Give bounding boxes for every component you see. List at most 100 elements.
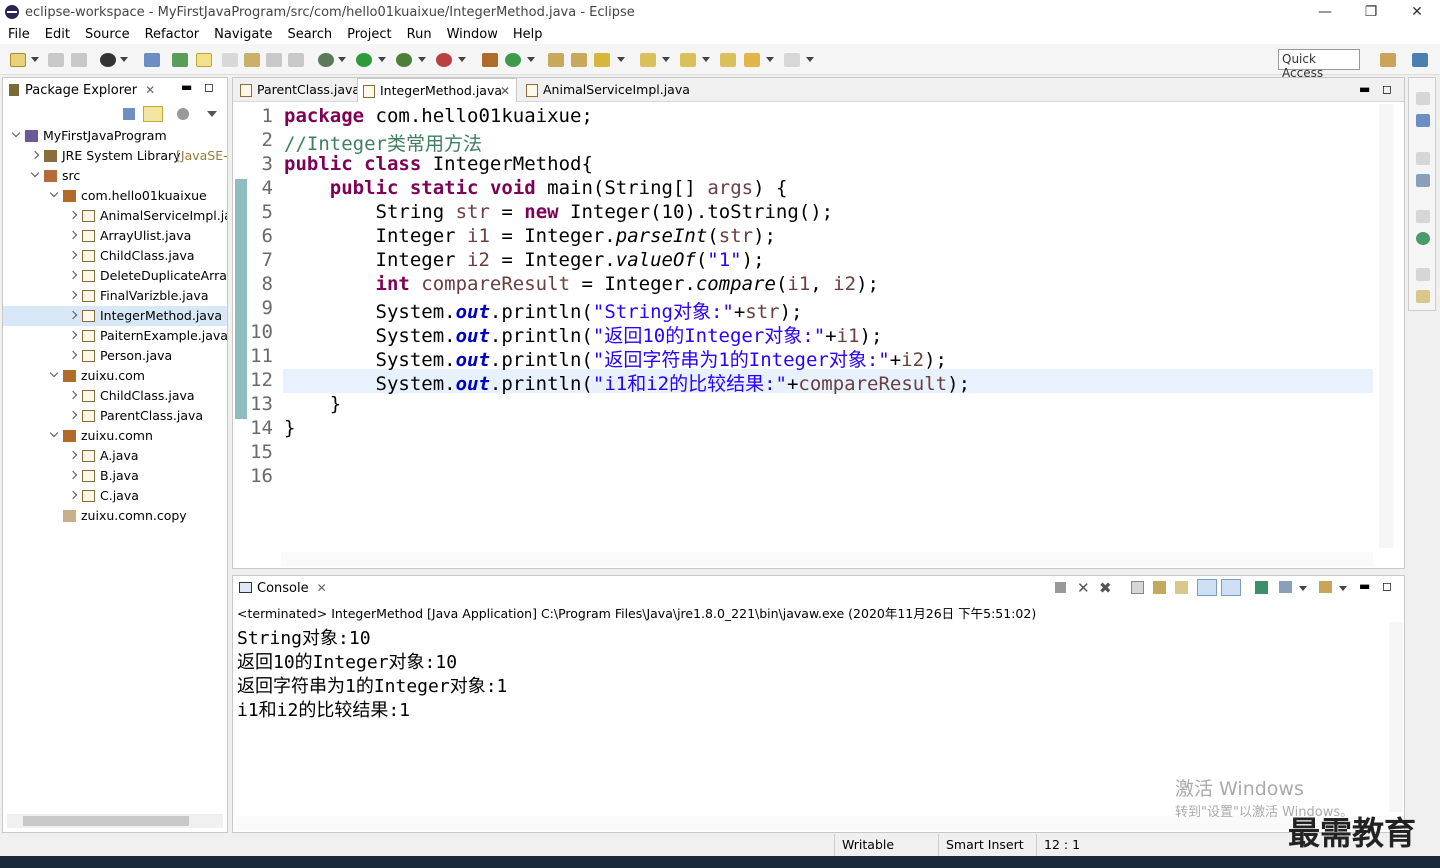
run-dropdown-icon[interactable] xyxy=(378,57,386,62)
tree-item[interactable]: MyFirstJavaProgram xyxy=(3,126,227,146)
back-icon[interactable] xyxy=(744,53,760,67)
quick-access-input[interactable]: Quick Access xyxy=(1278,49,1360,80)
tree-item[interactable]: zuixu.com xyxy=(3,366,227,386)
maximize-button[interactable]: ❐ xyxy=(1348,0,1394,24)
remove-all-icon[interactable]: ✖ xyxy=(1099,579,1112,597)
close-view-icon[interactable]: ✕ xyxy=(145,83,155,97)
menu-edit[interactable]: Edit xyxy=(37,27,77,42)
show-whitespace-icon[interactable] xyxy=(266,53,282,67)
collapsed-twisty-icon[interactable] xyxy=(68,350,78,360)
search-dropdown-icon[interactable] xyxy=(617,57,625,62)
collapsed-twisty-icon[interactable] xyxy=(68,450,78,460)
expanded-twisty-icon[interactable] xyxy=(49,428,59,438)
annotation-prev-icon[interactable] xyxy=(244,53,260,67)
tree-item[interactable]: IntegerMethod.java xyxy=(3,306,227,326)
package-explorer-title[interactable]: Package Explorer xyxy=(25,83,137,98)
expanded-twisty-icon[interactable] xyxy=(49,368,59,378)
skip-breakpoints-icon[interactable] xyxy=(144,53,160,67)
run-icon[interactable] xyxy=(356,53,372,67)
new-icon[interactable] xyxy=(10,53,26,67)
collapsed-twisty-icon[interactable] xyxy=(68,310,78,320)
collapsed-twisty-icon[interactable] xyxy=(30,150,40,160)
collapsed-twisty-icon[interactable] xyxy=(68,490,78,500)
minimize-editor-icon[interactable]: ▬ xyxy=(1359,82,1370,96)
next-annotation-dropdown-icon[interactable] xyxy=(662,57,670,62)
tree-item[interactable]: DeleteDuplicateArray xyxy=(3,266,227,286)
save-all-icon[interactable] xyxy=(71,53,87,67)
clear-console-icon[interactable] xyxy=(1131,581,1144,594)
tree-item[interactable]: com.hello01kuaixue xyxy=(3,186,227,206)
tree-item[interactable]: PaiternExample.java xyxy=(3,326,227,346)
display-console-dropdown-icon[interactable] xyxy=(1299,586,1307,591)
menu-help[interactable]: Help xyxy=(505,27,550,42)
tree-item[interactable]: A.java xyxy=(3,446,227,466)
tree-item[interactable]: AnimalServiceImpl.ja xyxy=(3,206,227,226)
word-wrap-icon[interactable] xyxy=(1175,581,1188,594)
editor-horizontal-scrollbar[interactable] xyxy=(281,552,1373,566)
restore-icon[interactable] xyxy=(1416,210,1430,223)
console-title[interactable]: Console xyxy=(257,581,309,596)
collapsed-twisty-icon[interactable] xyxy=(68,270,78,280)
maximize-editor-icon[interactable]: ◻ xyxy=(1382,82,1392,96)
coverage-icon[interactable] xyxy=(396,53,412,67)
collapsed-twisty-icon[interactable] xyxy=(68,330,78,340)
pin-console-icon[interactable] xyxy=(1255,581,1268,594)
tree-item[interactable]: ParentClass.java xyxy=(3,406,227,426)
new-java-class-icon[interactable] xyxy=(505,53,521,67)
menu-run[interactable]: Run xyxy=(399,27,439,42)
tree-item[interactable]: C.java xyxy=(3,486,227,506)
show-stdout-icon[interactable] xyxy=(1197,579,1217,596)
close-button[interactable]: ✕ xyxy=(1394,0,1440,24)
tree-item[interactable]: src xyxy=(3,166,227,186)
maximize-view-icon[interactable]: ◻ xyxy=(204,80,214,94)
new-class-dropdown-icon[interactable] xyxy=(527,57,535,62)
scroll-lock-icon[interactable] xyxy=(1153,581,1166,594)
view-menu-icon[interactable] xyxy=(207,111,217,117)
show-stderr-icon[interactable] xyxy=(1221,579,1241,596)
tab-animalserviceimpl[interactable]: AnimalServiceImpl.java xyxy=(521,78,690,102)
link-with-editor-icon[interactable] xyxy=(143,106,163,122)
minimize-view-icon[interactable]: ▬ xyxy=(181,80,192,94)
expanded-twisty-icon[interactable] xyxy=(30,168,40,178)
coverage-dropdown-icon[interactable] xyxy=(418,57,426,62)
java-perspective-icon[interactable] xyxy=(1412,53,1428,67)
terminate-icon[interactable] xyxy=(1055,582,1066,593)
tree-item[interactable]: ArrayUlist.java xyxy=(3,226,227,246)
expanded-twisty-icon[interactable] xyxy=(49,188,59,198)
tree-item[interactable]: FinalVarizble.java xyxy=(3,286,227,306)
open-task-icon[interactable] xyxy=(571,53,587,67)
tree-item[interactable]: Person.java xyxy=(3,346,227,366)
forward-icon[interactable] xyxy=(784,53,800,67)
collapsed-twisty-icon[interactable] xyxy=(68,250,78,260)
collapsed-twisty-icon[interactable] xyxy=(68,390,78,400)
javadoc-icon[interactable] xyxy=(1416,290,1430,303)
next-annotation-icon[interactable] xyxy=(640,53,656,67)
display-console-icon[interactable] xyxy=(1279,581,1292,593)
save-icon[interactable] xyxy=(48,53,64,67)
task-list-icon[interactable] xyxy=(1416,174,1430,187)
minimize-button[interactable]: — xyxy=(1302,0,1348,24)
close-tab-icon[interactable]: ✕ xyxy=(500,79,510,103)
editor-vertical-scrollbar[interactable] xyxy=(1379,104,1393,548)
paragraph-icon[interactable] xyxy=(288,53,304,67)
maximize-console-icon[interactable]: ◻ xyxy=(1382,579,1392,593)
git-icon[interactable] xyxy=(100,53,116,67)
menu-source[interactable]: Source xyxy=(77,27,137,42)
open-perspective-icon[interactable] xyxy=(1380,53,1396,67)
restore-icon[interactable] xyxy=(1416,268,1430,281)
open-console-dropdown-icon[interactable] xyxy=(1339,586,1347,591)
forward-dropdown-icon[interactable] xyxy=(806,57,814,62)
restore-icon[interactable] xyxy=(1416,92,1430,105)
collapse-all-icon[interactable] xyxy=(123,108,135,120)
annotation-next-icon[interactable] xyxy=(222,53,238,67)
open-type-icon[interactable] xyxy=(548,53,564,67)
new-java-package-icon[interactable] xyxy=(482,53,498,67)
debug-dropdown-icon[interactable] xyxy=(338,57,346,62)
tab-parentclass[interactable]: ParentClass.java xyxy=(235,78,360,102)
expanded-twisty-icon[interactable] xyxy=(11,128,21,138)
menu-navigate[interactable]: Navigate xyxy=(206,27,279,42)
toggle-mark-icon[interactable] xyxy=(172,53,188,67)
highlight-icon[interactable] xyxy=(196,53,212,67)
tree-item[interactable]: zuixu.comn xyxy=(3,426,227,446)
tree-item[interactable]: ChildClass.java xyxy=(3,246,227,266)
